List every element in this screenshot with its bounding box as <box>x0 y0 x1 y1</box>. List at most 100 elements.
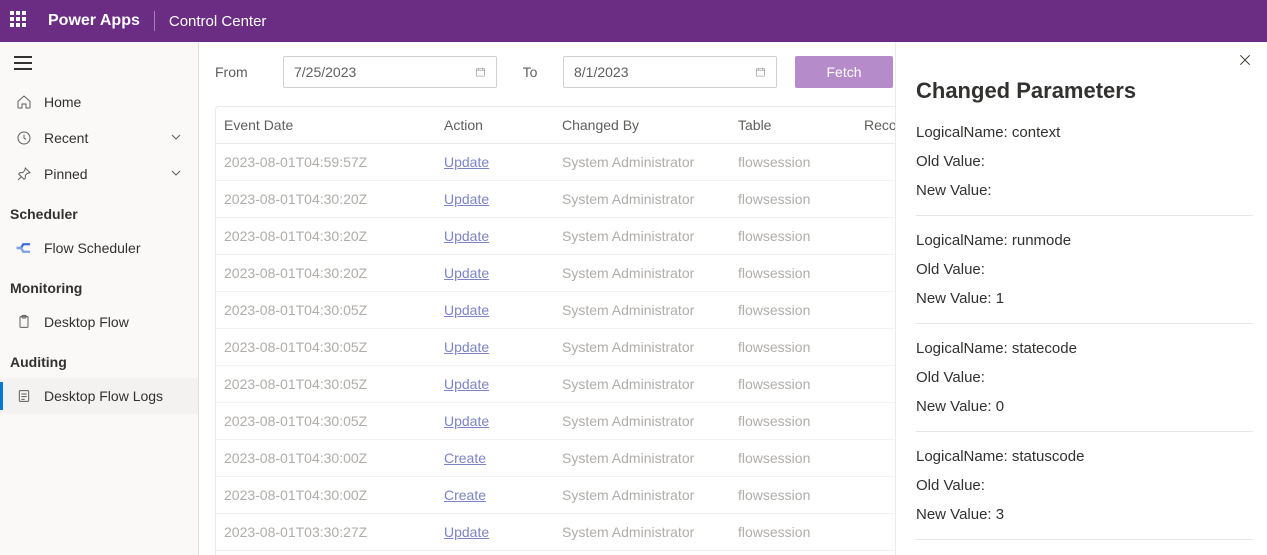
calendar-icon <box>755 64 766 80</box>
cell-changed-by: System Administrator <box>554 218 730 254</box>
clock-icon <box>14 130 34 146</box>
to-date-input[interactable] <box>563 56 777 88</box>
waffle-icon[interactable] <box>10 11 30 31</box>
param-new-value: New Value: <box>916 176 1253 205</box>
to-date-field[interactable] <box>574 64 755 80</box>
panel-body: LogicalName: contextOld Value:New Value:… <box>916 118 1253 540</box>
param-logical-name: LogicalName: runmode <box>916 226 1253 255</box>
th-action[interactable]: Action <box>436 107 554 143</box>
cell-changed-by: System Administrator <box>554 440 730 476</box>
nav-item-desktop-flow[interactable]: Desktop Flow <box>0 304 198 340</box>
param-old-value: Old Value: <box>916 147 1253 176</box>
cell-changed-by: System Administrator <box>554 477 730 513</box>
cell-event-date: 2023-08-01T04:30:05Z <box>216 403 436 439</box>
to-label: To <box>515 64 545 80</box>
action-link[interactable]: Update <box>444 265 489 281</box>
nav-item-flow-scheduler[interactable]: Flow Scheduler <box>0 230 198 266</box>
param-block: LogicalName: runmodeOld Value:New Value:… <box>916 226 1253 324</box>
pin-icon <box>14 166 34 182</box>
cell-action: Create <box>436 477 554 513</box>
page-title: Control Center <box>169 13 267 30</box>
cell-changed-by: System Administrator <box>554 403 730 439</box>
th-event-date[interactable]: Event Date <box>216 107 436 143</box>
nav-label-pinned: Pinned <box>44 166 168 182</box>
param-new-value: New Value: 0 <box>916 392 1253 421</box>
cell-event-date: 2023-08-01T04:30:00Z <box>216 477 436 513</box>
app-name: Power Apps <box>48 12 140 30</box>
cell-event-date: 2023-08-01T04:30:05Z <box>216 329 436 365</box>
param-logical-name: LogicalName: statuscode <box>916 442 1253 471</box>
action-link[interactable]: Update <box>444 413 489 429</box>
chevron-down-icon <box>168 165 184 184</box>
cell-changed-by: System Administrator <box>554 514 730 550</box>
header-separator <box>154 11 155 31</box>
cell-action: Update <box>436 551 554 555</box>
cell-table: flowsession <box>730 551 856 555</box>
cell-table: flowsession <box>730 514 856 550</box>
cell-event-date: 2023-08-01T04:30:20Z <box>216 181 436 217</box>
param-old-value: Old Value: <box>916 255 1253 284</box>
action-link[interactable]: Create <box>444 450 486 466</box>
close-icon <box>1237 52 1253 68</box>
cell-event-date: 2023-08-01T04:30:20Z <box>216 255 436 291</box>
fetch-button[interactable]: Fetch <box>795 56 893 88</box>
cell-event-date: 2023-08-01T03:30:27Z <box>216 551 436 555</box>
action-link[interactable]: Update <box>444 154 489 170</box>
nav-label-recent: Recent <box>44 130 168 146</box>
cell-action: Update <box>436 218 554 254</box>
cell-table: flowsession <box>730 403 856 439</box>
sidebar-toggle[interactable] <box>0 42 198 84</box>
cell-table: flowsession <box>730 366 856 402</box>
cell-changed-by: System Administrator <box>554 551 730 555</box>
cell-table: flowsession <box>730 292 856 328</box>
cell-action: Update <box>436 292 554 328</box>
param-block: LogicalName: statecodeOld Value:New Valu… <box>916 334 1253 432</box>
sidebar: Home Recent Pinned Scheduler F <box>0 42 199 555</box>
details-panel: Changed Parameters LogicalName: contextO… <box>895 42 1267 555</box>
action-link[interactable]: Update <box>444 302 489 318</box>
th-changed-by[interactable]: Changed By <box>554 107 730 143</box>
nav-item-home[interactable]: Home <box>0 84 198 120</box>
chevron-down-icon <box>168 129 184 148</box>
nav-label-home: Home <box>44 94 184 110</box>
param-logical-name: LogicalName: context <box>916 118 1253 147</box>
panel-title: Changed Parameters <box>916 78 1253 104</box>
nav-item-desktop-flow-logs[interactable]: Desktop Flow Logs <box>0 378 198 414</box>
cell-event-date: 2023-08-01T04:30:05Z <box>216 292 436 328</box>
cell-changed-by: System Administrator <box>554 366 730 402</box>
cell-changed-by: System Administrator <box>554 255 730 291</box>
cell-action: Update <box>436 329 554 365</box>
from-date-field[interactable] <box>294 64 475 80</box>
cell-event-date: 2023-08-01T03:30:27Z <box>216 514 436 550</box>
action-link[interactable]: Create <box>444 487 486 503</box>
nav-label-desktop-flow: Desktop Flow <box>44 314 184 330</box>
calendar-icon <box>475 64 486 80</box>
action-link[interactable]: Update <box>444 339 489 355</box>
nav-label-flow-scheduler: Flow Scheduler <box>44 240 184 256</box>
action-link[interactable]: Update <box>444 191 489 207</box>
nav-label-desktop-flow-logs: Desktop Flow Logs <box>44 388 184 404</box>
hamburger-icon <box>14 56 32 70</box>
action-link[interactable]: Update <box>444 376 489 392</box>
nav-item-pinned[interactable]: Pinned <box>0 156 198 192</box>
clipboard-icon <box>14 314 34 330</box>
param-block: LogicalName: contextOld Value:New Value: <box>916 118 1253 216</box>
th-table[interactable]: Table <box>730 107 856 143</box>
cell-event-date: 2023-08-01T04:30:20Z <box>216 218 436 254</box>
cell-table: flowsession <box>730 144 856 180</box>
home-icon <box>14 94 34 110</box>
param-block: LogicalName: statuscodeOld Value:New Val… <box>916 442 1253 540</box>
cell-changed-by: System Administrator <box>554 181 730 217</box>
cell-action: Update <box>436 403 554 439</box>
cell-action: Update <box>436 255 554 291</box>
close-button[interactable] <box>1237 52 1253 71</box>
cell-changed-by: System Administrator <box>554 329 730 365</box>
action-link[interactable]: Update <box>444 524 489 540</box>
from-date-input[interactable] <box>283 56 497 88</box>
nav-item-recent[interactable]: Recent <box>0 120 198 156</box>
action-link[interactable]: Update <box>444 228 489 244</box>
cell-action: Create <box>436 440 554 476</box>
main-content: From To Fetch Event Date Action Changed … <box>199 42 1267 555</box>
cell-action: Update <box>436 144 554 180</box>
cell-table: flowsession <box>730 477 856 513</box>
